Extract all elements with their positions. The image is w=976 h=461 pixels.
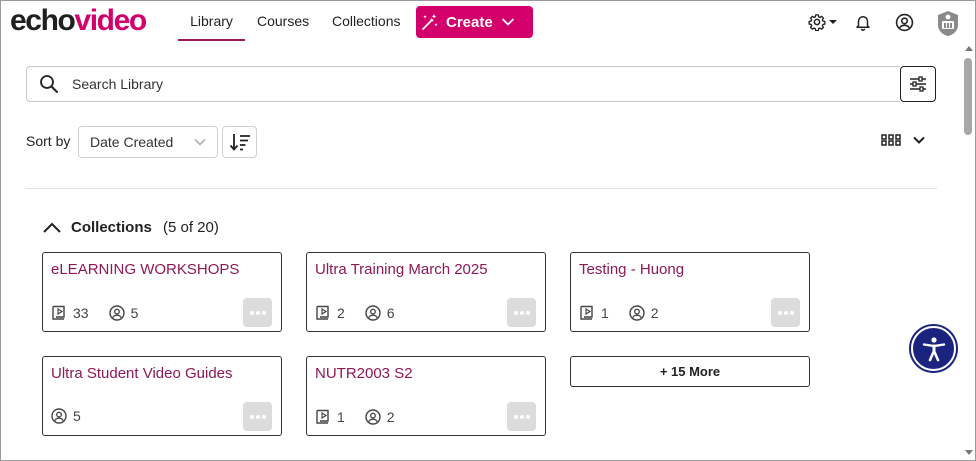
notifications-button[interactable] [852, 11, 874, 33]
sort-selected-value: Date Created [90, 134, 174, 150]
collection-card[interactable]: Testing - Huong 1 2 [570, 252, 810, 332]
ellipsis-icon [777, 310, 794, 315]
collection-card[interactable]: Ultra Student Video Guides 5 [42, 356, 282, 436]
app-badge-icon [938, 10, 958, 36]
ellipsis-icon [513, 414, 530, 419]
collection-meta: 1 2 [315, 408, 415, 425]
scrollbar-thumb[interactable] [964, 58, 972, 135]
media-library-icon [316, 305, 329, 320]
ellipsis-icon [513, 310, 530, 315]
chevron-down-icon [194, 138, 206, 146]
more-options-button[interactable] [507, 402, 536, 431]
more-options-button[interactable] [507, 298, 536, 327]
user-count-value: 6 [386, 304, 395, 321]
user-icon [365, 408, 381, 425]
user-count: 5 [51, 408, 81, 424]
collection-card[interactable]: eLEARNING WORKSHOPS 33 5 [42, 252, 282, 332]
collection-title[interactable]: NUTR2003 S2 [315, 365, 413, 382]
app-badge[interactable] [935, 9, 961, 37]
media-count: 33 [51, 304, 89, 321]
create-button[interactable]: Create [416, 6, 533, 38]
filter-button[interactable] [900, 66, 936, 102]
sort-label: Sort by [26, 133, 71, 149]
sort-select[interactable]: Date Created [78, 126, 218, 158]
ellipsis-icon [249, 310, 266, 315]
nav-collections[interactable]: Collections [332, 1, 400, 41]
media-library-icon [52, 305, 65, 320]
more-options-button[interactable] [771, 298, 800, 327]
chevron-up-icon[interactable] [42, 219, 62, 235]
app-window: echovideo Library Courses Collections Cr… [0, 0, 976, 461]
media-library-icon [580, 305, 593, 320]
user-count-value: 2 [386, 408, 395, 425]
media-library-icon [316, 409, 329, 424]
user-count: 2 [365, 409, 395, 425]
collection-meta: 2 6 [315, 304, 415, 321]
user-icon [629, 304, 645, 321]
collection-card[interactable]: NUTR2003 S2 1 2 [306, 356, 546, 436]
media-count-value: 1 [601, 304, 609, 321]
user-icon [365, 304, 381, 321]
nav-courses[interactable]: Courses [257, 1, 309, 41]
user-count-value: 2 [650, 304, 659, 321]
user-count: 2 [629, 305, 659, 321]
collection-card[interactable]: Ultra Training March 2025 2 6 [306, 252, 546, 332]
search-bar [26, 66, 900, 102]
media-count: 1 [315, 408, 345, 425]
user-count: 5 [108, 304, 139, 321]
scroll-down-arrow[interactable] [965, 450, 973, 455]
accessibility-button[interactable] [911, 326, 956, 371]
user-count-value: 5 [130, 304, 139, 321]
chevron-down-icon [501, 18, 514, 26]
profile-button[interactable] [893, 11, 915, 33]
user-icon [108, 304, 125, 321]
search-input[interactable] [72, 76, 852, 92]
collection-title[interactable]: Ultra Student Video Guides [51, 365, 233, 382]
bell-icon [856, 16, 870, 31]
user-count: 6 [365, 305, 395, 321]
more-options-button[interactable] [243, 298, 272, 327]
logo-echo: echo [10, 4, 76, 37]
user-count-value: 5 [73, 408, 81, 424]
gear-icon [808, 14, 826, 31]
collections-count: (5 of 20) [163, 219, 219, 236]
collections-heading: Collections [71, 219, 152, 236]
ellipsis-icon [249, 414, 266, 419]
collection-meta: 33 5 [51, 304, 158, 321]
sliders-icon [910, 76, 926, 92]
chevron-down-icon [913, 136, 925, 144]
echovideo-logo[interactable]: echovideo [10, 4, 147, 38]
collection-title[interactable]: eLEARNING WORKSHOPS [51, 261, 239, 278]
media-count: 2 [315, 304, 345, 321]
wand-icon [422, 14, 438, 30]
media-count: 1 [579, 304, 609, 321]
user-icon [51, 408, 67, 424]
collection-title[interactable]: Testing - Huong [579, 261, 684, 278]
collection-title[interactable]: Ultra Training March 2025 [315, 261, 488, 278]
sort-descending-icon [229, 134, 250, 151]
view-toggle[interactable] [881, 134, 926, 146]
media-count-value: 33 [73, 304, 89, 321]
create-label: Create [446, 13, 493, 31]
search-icon [40, 75, 58, 93]
nav-library[interactable]: Library [178, 1, 245, 41]
caret-down-icon [829, 20, 837, 24]
accessibility-icon [922, 336, 945, 361]
more-options-button[interactable] [243, 402, 272, 431]
media-count-value: 1 [337, 408, 345, 425]
settings-menu[interactable] [807, 11, 839, 33]
logo-video: video [74, 4, 147, 37]
collection-meta: 1 2 [579, 304, 679, 321]
scroll-up-arrow[interactable] [965, 46, 973, 51]
grid-view-icon [881, 134, 901, 146]
sort-direction-button[interactable] [222, 126, 257, 158]
media-count-value: 2 [337, 304, 345, 321]
divider [26, 188, 937, 189]
show-more-collections-button[interactable]: + 15 More [570, 356, 810, 387]
collection-meta: 5 [51, 408, 101, 424]
user-icon [895, 13, 913, 31]
